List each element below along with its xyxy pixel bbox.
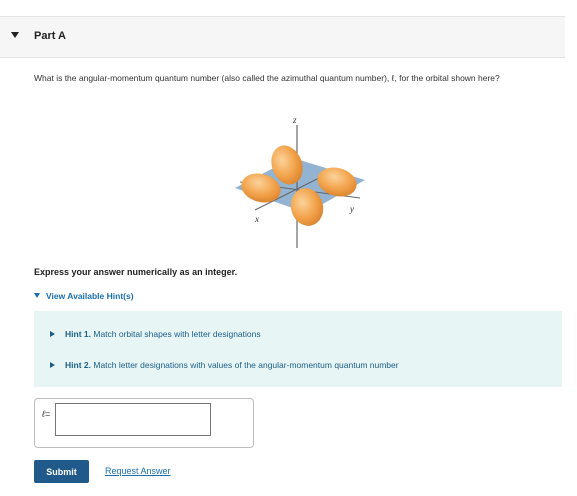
request-answer-link[interactable]: Request Answer	[105, 466, 171, 476]
hint-text: Match letter designations with values of…	[93, 360, 399, 370]
submit-button[interactable]: Submit	[34, 460, 89, 483]
question-text: What is the angular-momentum quantum num…	[34, 73, 500, 83]
hint-text: Match orbital shapes with letter designa…	[93, 329, 261, 339]
axis-label-x: x	[254, 214, 259, 224]
part-title: Part A	[34, 30, 66, 42]
axis-label-y: y	[349, 204, 354, 214]
answer-label: ℓ=	[42, 409, 51, 419]
hints-panel: Hint 1. Match orbital shapes with letter…	[34, 311, 562, 387]
hint-expand-icon	[50, 331, 55, 337]
part-header[interactable]: Part A	[0, 16, 565, 58]
hint-number: Hint 2.	[65, 360, 91, 370]
hint-item-2[interactable]: Hint 2. Match letter designations with v…	[50, 360, 399, 370]
orbital-figure: z x y	[235, 115, 365, 248]
expand-triangle-icon	[34, 293, 40, 298]
view-hints-toggle[interactable]: View Available Hint(s)	[34, 291, 134, 301]
answer-box: ℓ=	[34, 398, 254, 448]
hint-expand-icon	[50, 362, 55, 368]
axis-label-z: z	[292, 115, 297, 125]
instruction-text: Express your answer numerically as an in…	[34, 267, 238, 277]
answer-input[interactable]	[55, 403, 211, 436]
collapse-triangle-icon[interactable]	[11, 32, 19, 38]
hint-number: Hint 1.	[65, 329, 91, 339]
view-hints-label: View Available Hint(s)	[46, 291, 134, 301]
hint-item-1[interactable]: Hint 1. Match orbital shapes with letter…	[50, 329, 261, 339]
